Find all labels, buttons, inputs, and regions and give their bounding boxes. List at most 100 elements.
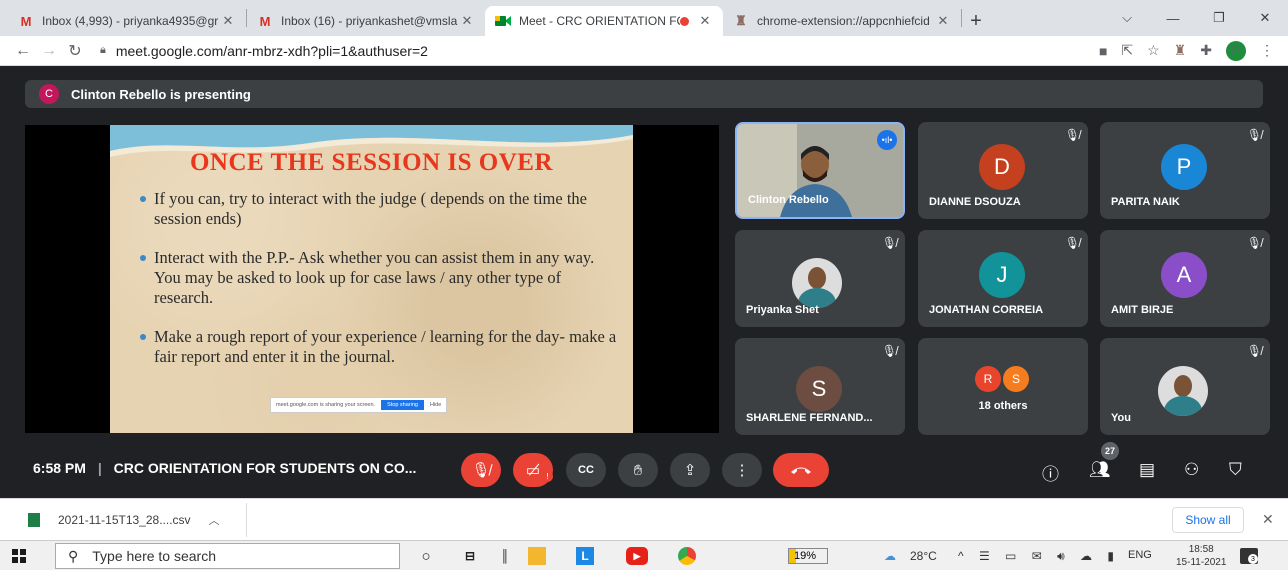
- participant-tile[interactable]: 🎙︎̸ D DIANNE DSOUZA: [918, 122, 1088, 219]
- microphone-toggle-button[interactable]: 🎙︎̸: [461, 453, 501, 487]
- self-tile[interactable]: 🎙︎̸ You: [1100, 338, 1270, 435]
- avatar: S: [1003, 366, 1029, 392]
- activities-icon[interactable]: ⚇: [1184, 460, 1199, 480]
- window-controls: ⌵ — ❐ ✕: [1104, 0, 1288, 36]
- taskbar-clock[interactable]: 18:58 15-11-2021: [1176, 543, 1226, 569]
- profile-avatar[interactable]: P: [1226, 40, 1246, 61]
- slide-title: ONCE THE SESSION IS OVER: [189, 149, 554, 176]
- presenting-banner: C Clinton Rebello is presenting: [25, 80, 1263, 108]
- taskbar-search-input[interactable]: ⚲ Type here to search: [55, 543, 400, 569]
- csv-file-icon: [28, 513, 40, 527]
- taskbar-divider: ║: [500, 549, 510, 563]
- close-icon[interactable]: ✕: [1262, 511, 1274, 528]
- windows-start-icon[interactable]: [12, 549, 26, 563]
- file-explorer-icon[interactable]: [528, 547, 546, 565]
- avatar: P: [1161, 144, 1207, 190]
- minimize-button[interactable]: —: [1150, 0, 1196, 36]
- chevron-up-icon[interactable]: ︿: [209, 512, 220, 528]
- weather-temp[interactable]: 28°C: [910, 549, 937, 563]
- close-window-button[interactable]: ✕: [1242, 0, 1288, 36]
- language-indicator[interactable]: ENG: [1128, 549, 1152, 561]
- close-icon[interactable]: ✕: [935, 13, 951, 29]
- participant-name: You: [1111, 412, 1131, 424]
- muted-mic-icon: 🎙︎̸: [881, 344, 897, 358]
- tab-title: Inbox (16) - priyankashet@vmsla: [281, 14, 458, 28]
- weather-icon[interactable]: ☁: [884, 549, 896, 563]
- reload-icon[interactable]: ↻: [62, 41, 88, 61]
- speaking-indicator-icon: •ıl•: [877, 130, 897, 150]
- avatar: J: [979, 252, 1025, 298]
- toolbar-actions: ■ ⇱ ☆ ♜ ✚ P ⋮: [1099, 40, 1278, 61]
- people-icon[interactable]: 👥︎: [1089, 460, 1111, 480]
- participant-name: SHARLENE FERNAND...: [746, 412, 873, 424]
- camera-toggle-button[interactable]: ▭̸!: [513, 453, 553, 487]
- others-count: 18 others: [978, 400, 1028, 412]
- participant-tile[interactable]: 🎙︎̸ J JONATHAN CORREIA: [918, 230, 1088, 327]
- participant-name: DIANNE DSOUZA: [929, 196, 1021, 208]
- back-icon[interactable]: ←: [10, 42, 36, 60]
- menu-icon[interactable]: ⋮: [1260, 42, 1274, 59]
- app-l-icon[interactable]: L: [576, 547, 594, 565]
- more-options-button[interactable]: ⋮: [722, 453, 762, 487]
- meeting-details-icon[interactable]: ⓘ: [1042, 460, 1059, 485]
- tab-meet[interactable]: Meet - CRC ORIENTATION FO ✕: [485, 6, 723, 36]
- close-icon[interactable]: ✕: [220, 13, 236, 29]
- participant-name: PARITA NAIK: [1111, 196, 1180, 208]
- cortana-icon[interactable]: ○: [417, 547, 435, 565]
- avatar: A: [1161, 252, 1207, 298]
- participant-tile[interactable]: 🎙︎̸ S SHARLENE FERNAND...: [735, 338, 905, 435]
- warning-icon: !: [542, 471, 553, 482]
- raise-hand-button[interactable]: ✋︎: [618, 453, 658, 487]
- hang-up-icon: [791, 467, 811, 474]
- avatar-photo: [1158, 366, 1208, 416]
- stop-sharing-button[interactable]: Stop sharing: [381, 400, 424, 410]
- participant-tile[interactable]: 🎙︎̸ A AMIT BIRJE: [1100, 230, 1270, 327]
- close-icon[interactable]: ✕: [459, 13, 475, 29]
- slide-bullet: If you can, try to interact with the jud…: [140, 189, 620, 229]
- camera-icon[interactable]: ■: [1099, 43, 1107, 59]
- tray-icons[interactable]: ^ ☰ ▭ ✉ 🔊︎ ☁ ▮: [958, 549, 1120, 564]
- leave-call-button[interactable]: [773, 453, 829, 487]
- chrome-icon[interactable]: [678, 547, 696, 565]
- puzzle-icon[interactable]: ✚: [1200, 42, 1212, 59]
- muted-mic-icon: 🎙︎̸: [1064, 128, 1080, 142]
- presentation-stage: ONCE THE SESSION IS OVER If you can, try…: [25, 125, 719, 433]
- muted-mic-icon: 🎙︎̸: [1246, 236, 1262, 250]
- present-screen-button[interactable]: ⇪: [670, 453, 710, 487]
- battery-indicator[interactable]: 19%: [788, 548, 828, 564]
- gmail-icon: M: [259, 13, 271, 29]
- close-icon[interactable]: ✕: [697, 13, 713, 29]
- new-tab-button[interactable]: +: [962, 6, 990, 36]
- notification-center-icon[interactable]: 3: [1240, 548, 1258, 564]
- participant-tile-clinton[interactable]: •ıl• Clinton Rebello: [735, 122, 905, 219]
- download-item[interactable]: 2021-11-15T13_28....csv ︿: [28, 512, 220, 528]
- tab-gmail-2[interactable]: M Inbox (16) - priyankashet@vmsla ✕: [247, 6, 485, 36]
- hide-button[interactable]: Hide: [430, 402, 441, 408]
- participant-tile[interactable]: 🎙︎̸ Priyanka Shet: [735, 230, 905, 327]
- screen-share-notice: meet.google.com is sharing your screen. …: [270, 397, 448, 413]
- show-all-button[interactable]: Show all: [1172, 507, 1244, 533]
- participant-tile[interactable]: 🎙︎̸ P PARITA NAIK: [1100, 122, 1270, 219]
- tab-search-icon[interactable]: ⌵: [1104, 0, 1150, 36]
- chat-icon[interactable]: ▤: [1139, 460, 1155, 480]
- search-placeholder: Type here to search: [92, 548, 217, 564]
- task-view-icon[interactable]: ⊟: [461, 547, 479, 565]
- bookmark-star-icon[interactable]: ☆: [1147, 42, 1160, 59]
- lock-icon: 🔒︎: [100, 44, 106, 56]
- participant-name: AMIT BIRJE: [1111, 304, 1174, 316]
- notification-count: 3: [1248, 554, 1258, 564]
- address-bar[interactable]: 🔒︎ meet.google.com/anr-mbrz-xdh?pli=1&au…: [88, 39, 1099, 63]
- youtube-icon[interactable]: ▶: [626, 547, 648, 565]
- host-controls-icon[interactable]: ⛉: [1229, 460, 1242, 480]
- share-icon[interactable]: ⇱: [1121, 42, 1133, 59]
- tab-gmail-1[interactable]: M Inbox (4,993) - priyanka4935@gr ✕: [8, 6, 246, 36]
- forward-icon[interactable]: →: [36, 42, 62, 60]
- captions-button[interactable]: CC: [566, 453, 606, 487]
- restore-button[interactable]: ❐: [1196, 0, 1242, 36]
- extension-icon[interactable]: ♜: [1174, 42, 1187, 59]
- avatar: R: [975, 366, 1001, 392]
- tab-extension[interactable]: ♜ chrome-extension://appcnhiefcid ✕: [723, 6, 961, 36]
- others-tile[interactable]: R S 18 others: [918, 338, 1088, 435]
- download-bar: 2021-11-15T13_28....csv ︿ Show all ✕: [0, 498, 1288, 540]
- download-filename: 2021-11-15T13_28....csv: [58, 513, 191, 527]
